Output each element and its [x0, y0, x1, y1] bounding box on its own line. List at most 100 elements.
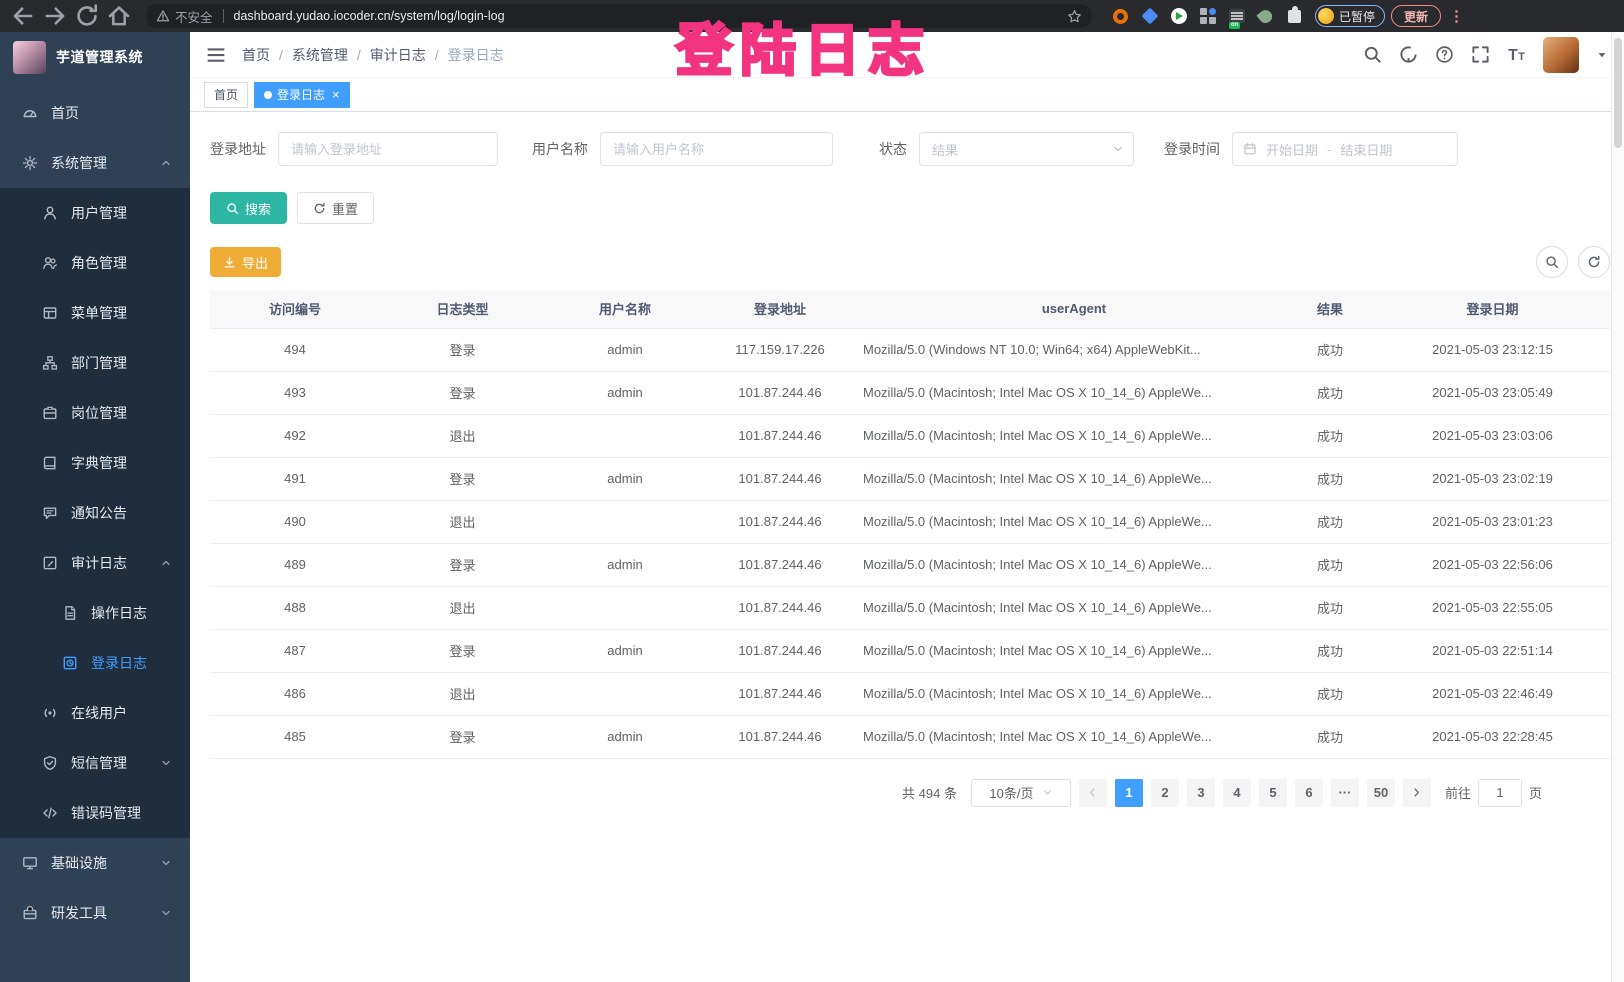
- browser-forward-icon[interactable]: [42, 3, 68, 29]
- green-circle-extension-icon[interactable]: [1170, 8, 1187, 25]
- sidebar-item-dictionary[interactable]: 字典管理: [0, 438, 190, 488]
- blue-gem-extension-icon[interactable]: [1141, 8, 1158, 25]
- user-avatar[interactable]: [1543, 37, 1579, 73]
- login-log-icon: [62, 655, 78, 671]
- export-button[interactable]: 导出: [210, 247, 281, 277]
- list-on-extension-icon[interactable]: on: [1228, 8, 1245, 25]
- sidebar-item-error-codes[interactable]: 错误码管理: [0, 788, 190, 838]
- app-logo-row[interactable]: 芋道管理系统: [0, 32, 190, 82]
- username-input[interactable]: [600, 132, 833, 166]
- page-button-3[interactable]: 3: [1187, 779, 1215, 807]
- goto-page-input[interactable]: [1478, 779, 1522, 807]
- bookmark-star-icon[interactable]: [1067, 9, 1082, 24]
- prev-page-button[interactable]: [1079, 779, 1107, 807]
- orange-ring-extension-icon[interactable]: [1112, 8, 1129, 25]
- more-pages-button[interactable]: ···: [1331, 779, 1359, 807]
- col-header-id: 访问编号: [210, 290, 380, 328]
- dictionary-icon: [42, 455, 58, 471]
- font-size-icon[interactable]: [1507, 45, 1526, 64]
- sidebar-item-users[interactable]: 用户管理: [0, 188, 190, 238]
- page-button-5[interactable]: 5: [1259, 779, 1287, 807]
- browser-back-icon[interactable]: [10, 3, 36, 29]
- search-icon[interactable]: [1363, 45, 1382, 64]
- close-icon[interactable]: ×: [332, 88, 340, 101]
- tag-login-log[interactable]: 登录日志 ×: [254, 82, 350, 108]
- login-address-input[interactable]: [278, 132, 498, 166]
- table-header-row: 访问编号 日志类型 用户名称 登录地址 userAgent 结果 登录日期: [210, 290, 1610, 328]
- infrastructure-icon: [22, 855, 38, 871]
- sidebar-item-sms[interactable]: 短信管理: [0, 738, 190, 788]
- col-header-time: 登录日期: [1375, 290, 1610, 328]
- profile-paused-badge[interactable]: 已暂停: [1315, 5, 1385, 27]
- error-code-icon: [42, 805, 58, 821]
- breadcrumb-audit-log[interactable]: 审计日志: [370, 45, 426, 65]
- col-header-result: 结果: [1285, 290, 1375, 328]
- chevron-up-icon: [160, 557, 172, 569]
- sidebar-item-audit-log[interactable]: 审计日志: [0, 538, 190, 588]
- sms-shield-icon: [42, 755, 58, 771]
- login-time-label: 登录时间: [1164, 139, 1220, 159]
- page-scrollbar[interactable]: [1611, 32, 1624, 982]
- page-button-6[interactable]: 6: [1295, 779, 1323, 807]
- not-secure-warning-icon: [156, 9, 170, 23]
- search-button[interactable]: 搜索: [210, 192, 287, 224]
- sidebar-item-infrastructure[interactable]: 基础设施: [0, 838, 190, 888]
- browser-reload-icon[interactable]: [74, 3, 100, 29]
- page-button-1[interactable]: 1: [1115, 779, 1143, 807]
- operation-log-icon: [62, 605, 78, 621]
- sidebar-item-dev-tools[interactable]: 研发工具: [0, 888, 190, 938]
- roles-icon: [42, 255, 58, 271]
- sidebar-item-login-log[interactable]: 登录日志: [0, 638, 190, 688]
- browser-menu-kebab-icon[interactable]: ⋮: [1447, 7, 1466, 25]
- status-select[interactable]: 结果: [919, 132, 1134, 166]
- breadcrumb-system[interactable]: 系统管理: [292, 45, 348, 65]
- page-button-50[interactable]: 50: [1367, 779, 1395, 807]
- browser-home-icon[interactable]: [106, 3, 132, 29]
- reset-button[interactable]: 重置: [297, 192, 374, 224]
- sidebar-item-departments[interactable]: 部门管理: [0, 338, 190, 388]
- page-button-2[interactable]: 2: [1151, 779, 1179, 807]
- help-icon[interactable]: [1435, 45, 1454, 64]
- table-row: 488退出101.87.244.46Mozilla/5.0 (Macintosh…: [210, 586, 1610, 629]
- github-icon[interactable]: [1399, 45, 1418, 64]
- fullscreen-icon[interactable]: [1471, 45, 1490, 64]
- not-secure-label: 不安全: [175, 7, 213, 26]
- table-row: 487登录admin101.87.244.46Mozilla/5.0 (Maci…: [210, 629, 1610, 672]
- refresh-table-button[interactable]: [1578, 246, 1610, 278]
- feather-extension-icon[interactable]: [1257, 8, 1274, 25]
- sidebar-toggle-icon[interactable]: [206, 45, 226, 65]
- sidebar-menu: 首页 系统管理 用户管理 角色管理 菜单管理 部门管理: [0, 82, 190, 938]
- paused-label: 已暂停: [1339, 8, 1375, 25]
- tag-home[interactable]: 首页: [204, 82, 248, 108]
- online-users-icon: [42, 705, 58, 721]
- page-button-4[interactable]: 4: [1223, 779, 1251, 807]
- sidebar-item-roles[interactable]: 角色管理: [0, 238, 190, 288]
- chevron-left-icon: [1087, 787, 1098, 798]
- sidebar-item-operation-log[interactable]: 操作日志: [0, 588, 190, 638]
- col-header-ip: 登录地址: [705, 290, 855, 328]
- next-page-button[interactable]: [1403, 779, 1431, 807]
- browser-update-button[interactable]: 更新: [1391, 5, 1441, 27]
- address-bar[interactable]: 不安全 dashboard.yudao.iocoder.cn/system/lo…: [146, 4, 1092, 28]
- sidebar-item-home[interactable]: 首页: [0, 88, 190, 138]
- sidebar-item-posts[interactable]: 岗位管理: [0, 388, 190, 438]
- login-time-range-picker[interactable]: 开始日期 - 结束日期: [1232, 132, 1458, 166]
- profile-avatar-icon: [1318, 8, 1334, 24]
- sidebar-item-online-users[interactable]: 在线用户: [0, 688, 190, 738]
- puzzle-extension-icon[interactable]: [1286, 8, 1303, 25]
- col-header-type: 日志类型: [380, 290, 545, 328]
- pagination-goto: 前往 页: [1445, 779, 1542, 807]
- scrollbar-thumb[interactable]: [1614, 38, 1622, 148]
- caret-down-icon[interactable]: [1596, 49, 1608, 61]
- post-badge-icon: [42, 405, 58, 421]
- end-date-placeholder: 结束日期: [1340, 140, 1392, 159]
- grid-extension-icon[interactable]: [1199, 8, 1216, 25]
- sidebar-item-notices[interactable]: 通知公告: [0, 488, 190, 538]
- sidebar-item-system[interactable]: 系统管理: [0, 138, 190, 188]
- sidebar-item-menus[interactable]: 菜单管理: [0, 288, 190, 338]
- page-size-select[interactable]: 10条/页: [971, 779, 1071, 807]
- breadcrumb-home[interactable]: 首页: [242, 45, 270, 65]
- gear-icon: [22, 155, 38, 171]
- start-date-placeholder: 开始日期: [1266, 140, 1318, 159]
- toggle-search-button[interactable]: [1536, 246, 1568, 278]
